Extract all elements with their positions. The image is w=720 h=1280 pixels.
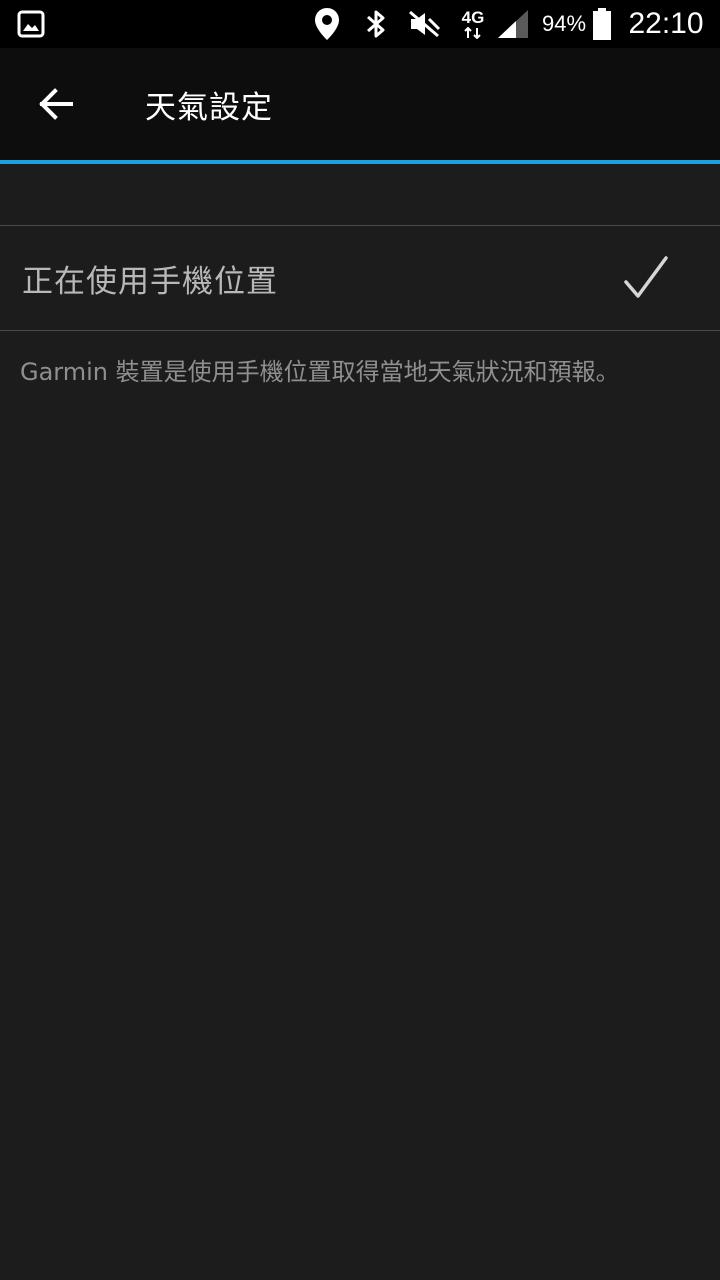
page-title: 天氣設定: [145, 89, 273, 126]
battery-icon: [590, 0, 614, 48]
section-spacer: [0, 164, 720, 226]
back-button[interactable]: [26, 76, 86, 132]
status-time: 22:10: [628, 7, 704, 40]
vibrate-off-icon: [406, 0, 442, 48]
network-4g-icon: 4G: [456, 0, 490, 48]
bluetooth-icon: [362, 0, 390, 48]
battery-percent: 94%: [541, 11, 587, 36]
option-label: 正在使用手機位置: [22, 263, 278, 300]
checkmark-icon: [622, 254, 670, 302]
status-bar: 4G 94% 22:10: [0, 0, 720, 48]
image-icon: [16, 0, 46, 48]
signal-icon: [494, 0, 532, 48]
arrow-left-icon: [39, 88, 73, 120]
location-icon: [312, 0, 342, 48]
use-phone-location-option[interactable]: 正在使用手機位置: [0, 226, 720, 331]
network-label: 4G: [461, 8, 485, 27]
option-description: Garmin 裝置是使用手機位置取得當地天氣狀況和預報。: [20, 358, 620, 386]
app-bar: 天氣設定: [0, 48, 720, 160]
